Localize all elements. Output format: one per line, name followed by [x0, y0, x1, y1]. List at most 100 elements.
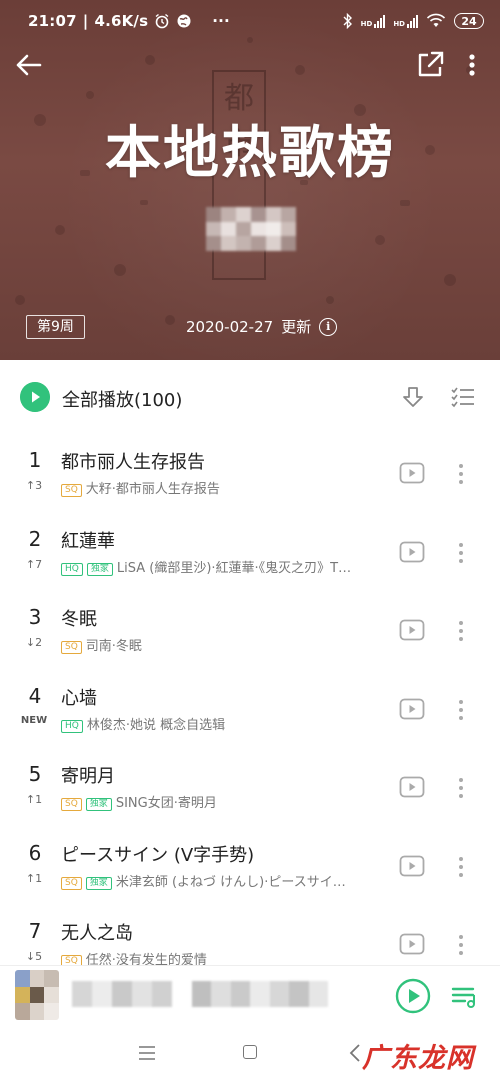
more-vertical-icon[interactable] — [460, 49, 484, 81]
back-arrow-icon[interactable] — [12, 48, 46, 82]
rank-change: NEW — [20, 714, 48, 726]
play-all-button[interactable]: 全部播放(100) — [62, 386, 182, 412]
more-vertical-icon[interactable] — [452, 931, 470, 959]
quality-badge: HQ — [61, 719, 83, 733]
signal-icon-2: HD — [393, 14, 418, 28]
mv-play-icon[interactable] — [399, 776, 425, 798]
mv-play-icon[interactable] — [399, 855, 425, 877]
chart-title: 本地热歌榜 — [105, 121, 395, 186]
mv-play-icon[interactable] — [399, 619, 425, 641]
more-vertical-icon[interactable] — [452, 460, 470, 488]
status-more: ··· — [212, 12, 230, 30]
home-icon[interactable] — [243, 1045, 257, 1059]
song-artist-album: 林俊杰·她说 概念自选辑 — [86, 717, 226, 733]
status-divider: | — [82, 12, 89, 30]
more-vertical-icon[interactable] — [452, 696, 470, 724]
song-row[interactable]: 3 ↓2 冬眠 SQ 司南·冬眠 — [0, 593, 500, 671]
signal-hd-label: HD — [360, 19, 373, 28]
menu-icon[interactable] — [138, 1045, 156, 1061]
song-title: 紅蓮華 — [61, 530, 115, 552]
rank-change: ↓5 — [25, 950, 43, 963]
song-meta: HQ 独家 LiSA (織部里沙)·紅蓮華·《鬼灭之刃》T… — [61, 557, 396, 576]
song-artist-album: 司南·冬眠 — [85, 639, 142, 654]
update-info: 2020-02-27 更新 i — [186, 316, 338, 337]
alarm-icon — [155, 13, 169, 29]
more-vertical-icon[interactable] — [452, 617, 470, 645]
song-title: 心墙 — [61, 687, 97, 709]
blurred-subtitle — [206, 207, 296, 251]
song-title: 都市丽人生存报告 — [61, 452, 205, 473]
watermark-text: 广东龙网 — [362, 1043, 474, 1074]
status-bar: 21:07 | 4.6K/s ··· HD HD 24 — [0, 0, 500, 42]
system-back-icon[interactable] — [348, 1043, 362, 1063]
rank-change: ↑7 — [25, 557, 43, 571]
wifi-icon — [426, 13, 446, 27]
blurred-song-info[interactable] — [72, 981, 172, 1007]
song-artist-album: 米津玄師 (よねづ けんし)·ピースサイ… — [115, 874, 346, 890]
mv-play-icon[interactable] — [399, 933, 425, 955]
song-title: ピースサイン (V字手势) — [61, 844, 255, 866]
rank-change: ↑3 — [25, 479, 43, 492]
bluetooth-icon — [343, 13, 352, 29]
mv-play-icon[interactable] — [399, 462, 425, 484]
mini-player — [0, 965, 500, 1025]
week-badge: 第9周 — [26, 315, 85, 339]
more-vertical-icon[interactable] — [452, 539, 470, 567]
signal-hd-label-2: HD — [393, 19, 405, 28]
quality-badge: SQ — [61, 641, 82, 654]
song-artist-album: SING女团·寄明月 — [115, 796, 217, 811]
song-title: 冬眠 — [61, 609, 97, 630]
song-title: 寄明月 — [61, 766, 115, 787]
quality-badge: 独家 — [85, 876, 112, 890]
status-speed: 4.6K/s — [94, 12, 149, 30]
song-rank: 2 — [28, 526, 42, 551]
play-circle-icon[interactable] — [20, 382, 50, 412]
song-row[interactable]: 2 ↑7 紅蓮華 HQ 独家 LiSA (織部里沙)·紅蓮華·《鬼灭之刃》T… — [0, 515, 500, 593]
song-meta: SQ 独家 米津玄師 (よねづ けんし)·ピースサイ… — [61, 871, 396, 890]
song-artist-album: LiSA (織部里沙)·紅蓮華·《鬼灭之刃》T… — [116, 560, 352, 576]
song-title: 无人之岛 — [61, 923, 133, 944]
quality-badge: 独家 — [85, 798, 112, 811]
play-all-row: 全部播放(100) — [0, 360, 500, 436]
update-date: 2020-02-27 — [186, 317, 274, 336]
song-rank: 5 — [28, 762, 42, 786]
status-time: 21:07 — [28, 12, 77, 30]
song-row[interactable]: 6 ↑1 ピースサイン (V字手势) SQ 独家 米津玄師 (よねづ けんし)·ピースサイ… — [0, 829, 500, 907]
song-rank: 4 — [28, 683, 42, 708]
blurred-artist-info[interactable] — [192, 981, 328, 1007]
song-rank: 6 — [28, 840, 42, 865]
playlist-icon[interactable] — [450, 983, 478, 1011]
download-icon[interactable] — [400, 385, 426, 411]
battery-indicator: 24 — [454, 13, 484, 29]
globe-icon — [177, 14, 191, 28]
song-rank: 7 — [28, 919, 42, 943]
song-meta: HQ 林俊杰·她说 概念自选辑 — [61, 714, 396, 733]
quality-badge: SQ — [61, 484, 82, 497]
quality-badge: SQ — [61, 955, 82, 965]
song-meta: SQ 司南·冬眠 — [61, 635, 396, 654]
album-cover[interactable] — [15, 970, 59, 1020]
rank-change: ↑1 — [25, 871, 43, 885]
mv-play-icon[interactable] — [399, 698, 425, 720]
multi-select-icon[interactable] — [450, 385, 476, 411]
signal-icon: HD — [360, 14, 386, 28]
more-vertical-icon[interactable] — [452, 853, 470, 881]
song-rank: 3 — [28, 605, 42, 629]
more-vertical-icon[interactable] — [452, 774, 470, 802]
quality-badge: 独家 — [86, 562, 113, 576]
song-artist-album: 大籽·都市丽人生存报告 — [85, 482, 220, 497]
quality-badge: SQ — [61, 876, 82, 890]
quality-badge: HQ — [61, 562, 83, 576]
quality-badge: SQ — [61, 798, 82, 811]
play-icon[interactable] — [395, 978, 431, 1014]
share-icon[interactable] — [414, 49, 446, 81]
song-list: 全部播放(100) 1 ↑3 都市丽人生存报告 SQ 大籽·都市丽人生存报告 2 ↑7 紅蓮華… — [0, 360, 500, 965]
info-icon[interactable]: i — [319, 317, 338, 336]
song-meta: SQ 独家 SING女团·寄明月 — [61, 792, 396, 811]
mv-play-icon[interactable] — [399, 541, 425, 563]
song-row[interactable]: 7 ↓5 无人之岛 SQ 任然·没有发生的爱情 — [0, 907, 500, 965]
song-meta: SQ 任然·没有发生的爱情 — [61, 949, 396, 965]
song-row[interactable]: 4 NEW 心墙 HQ 林俊杰·她说 概念自选辑 — [0, 672, 500, 750]
song-row[interactable]: 5 ↑1 寄明月 SQ 独家 SING女团·寄明月 — [0, 750, 500, 828]
song-row[interactable]: 1 ↑3 都市丽人生存报告 SQ 大籽·都市丽人生存报告 — [0, 436, 500, 514]
